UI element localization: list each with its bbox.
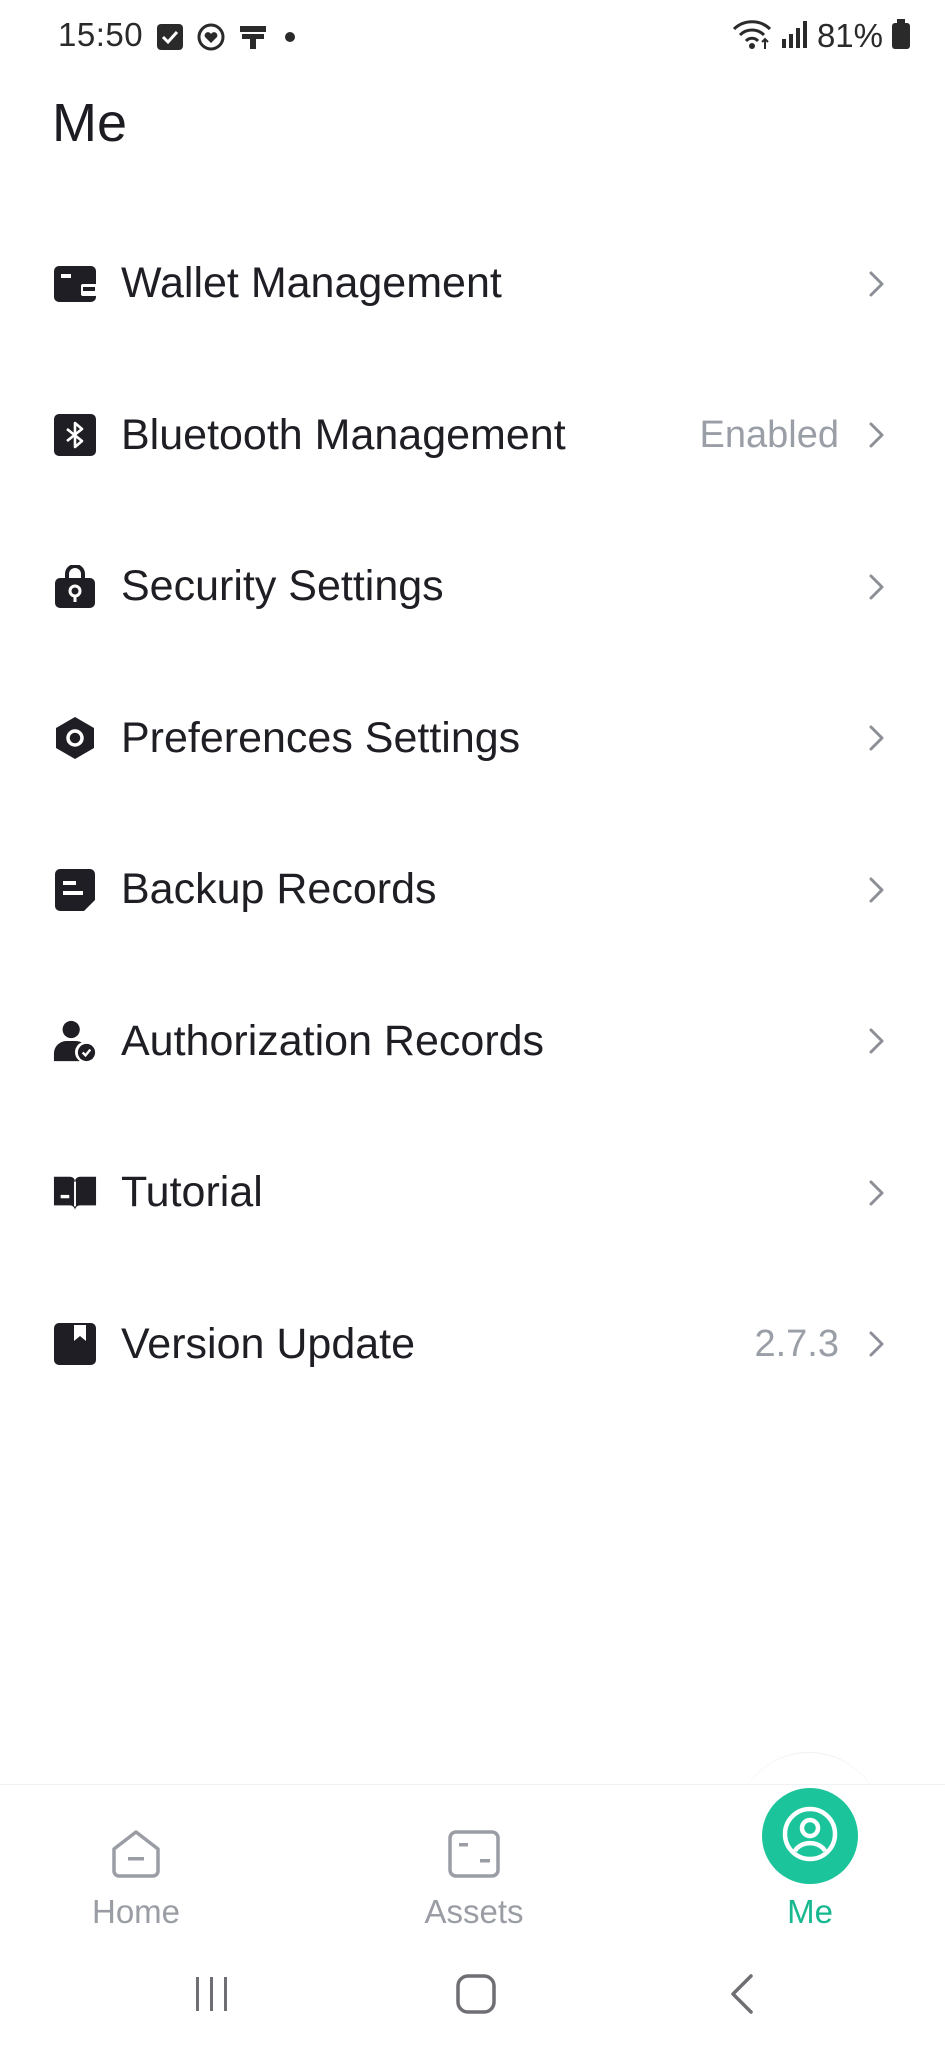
menu-item-label: Version Update [121, 1319, 416, 1368]
checkbox-notification-icon [156, 23, 184, 51]
menu-item-label: Preferences Settings [121, 713, 521, 762]
home-square-icon [455, 1973, 497, 2020]
nav-label-home: Home [91, 1893, 181, 1930]
page-title: Me [52, 93, 128, 153]
nav-label-assets: Assets [424, 1893, 524, 1930]
menu-item-backup-records[interactable]: Backup Records [0, 814, 945, 966]
nav-tab-home[interactable]: Home [36, 1785, 236, 1947]
notification-icons [156, 20, 300, 54]
chevron-right-icon [867, 1024, 887, 1058]
menu-item-label: Security Settings [121, 562, 444, 611]
menu-item-label: Authorization Records [121, 1016, 545, 1065]
signal-icon [781, 19, 809, 54]
battery-percent: 81% [816, 17, 883, 54]
back-button[interactable] [712, 1972, 772, 2020]
menu-item-label: Backup Records [121, 865, 437, 914]
menu-item-label: Wallet Management [121, 259, 502, 308]
back-icon [727, 1973, 757, 2020]
bookmark-icon [53, 1322, 97, 1366]
battery-icon [891, 18, 911, 55]
book-icon [53, 1171, 97, 1215]
menu-item-wallet-management[interactable]: Wallet Management [0, 208, 945, 360]
chevron-right-icon [867, 418, 887, 452]
menu-item-label: Bluetooth Management [121, 410, 566, 459]
chevron-right-icon [867, 721, 887, 755]
chevron-right-icon [867, 1176, 887, 1210]
nav-tab-assets[interactable]: Assets [374, 1785, 574, 1947]
assets-icon [447, 1829, 501, 1884]
document-icon [53, 868, 97, 912]
bluetooth-icon [53, 413, 97, 457]
bluetooth-status: Enabled [699, 413, 839, 456]
system-home-button[interactable] [446, 1972, 506, 2020]
status-right: 81% [731, 16, 911, 56]
wifi-icon [731, 17, 773, 56]
status-time: 15:50 [58, 16, 144, 53]
dot-indicator-icon [280, 27, 300, 47]
menu-item-version-update[interactable]: Version Update 2.7.3 [0, 1269, 945, 1421]
menu-item-bluetooth-management[interactable]: Bluetooth Management Enabled [0, 360, 945, 512]
menu-item-security-settings[interactable]: Security Settings [0, 511, 945, 663]
heart-app-icon [196, 22, 226, 52]
menu-item-authorization-records[interactable]: Authorization Records [0, 966, 945, 1118]
nav-label-me: Me [787, 1893, 833, 1930]
nav-me-active-button[interactable] [762, 1788, 858, 1884]
user-check-icon [53, 1019, 97, 1063]
menu-item-preferences-settings[interactable]: Preferences Settings [0, 663, 945, 815]
bank-app-icon [238, 22, 268, 52]
status-bar: 15:50 81% [0, 0, 945, 72]
version-number: 2.7.3 [754, 1322, 839, 1365]
wallet-icon [53, 262, 97, 306]
recents-icon [192, 1975, 232, 2018]
lock-icon [53, 564, 97, 609]
hexagon-settings-icon [53, 716, 97, 760]
system-nav-bar [0, 1946, 945, 2048]
user-circle-icon [781, 1805, 839, 1868]
chevron-right-icon [867, 873, 887, 907]
home-icon [109, 1829, 163, 1884]
recents-button[interactable] [182, 1972, 242, 2020]
settings-menu: Wallet Management Bluetooth Management E… [0, 208, 945, 1420]
menu-item-tutorial[interactable]: Tutorial [0, 1117, 945, 1269]
chevron-right-icon [867, 570, 887, 604]
menu-item-label: Tutorial [121, 1168, 263, 1217]
chevron-right-icon [867, 267, 887, 301]
chevron-right-icon [867, 1327, 887, 1361]
